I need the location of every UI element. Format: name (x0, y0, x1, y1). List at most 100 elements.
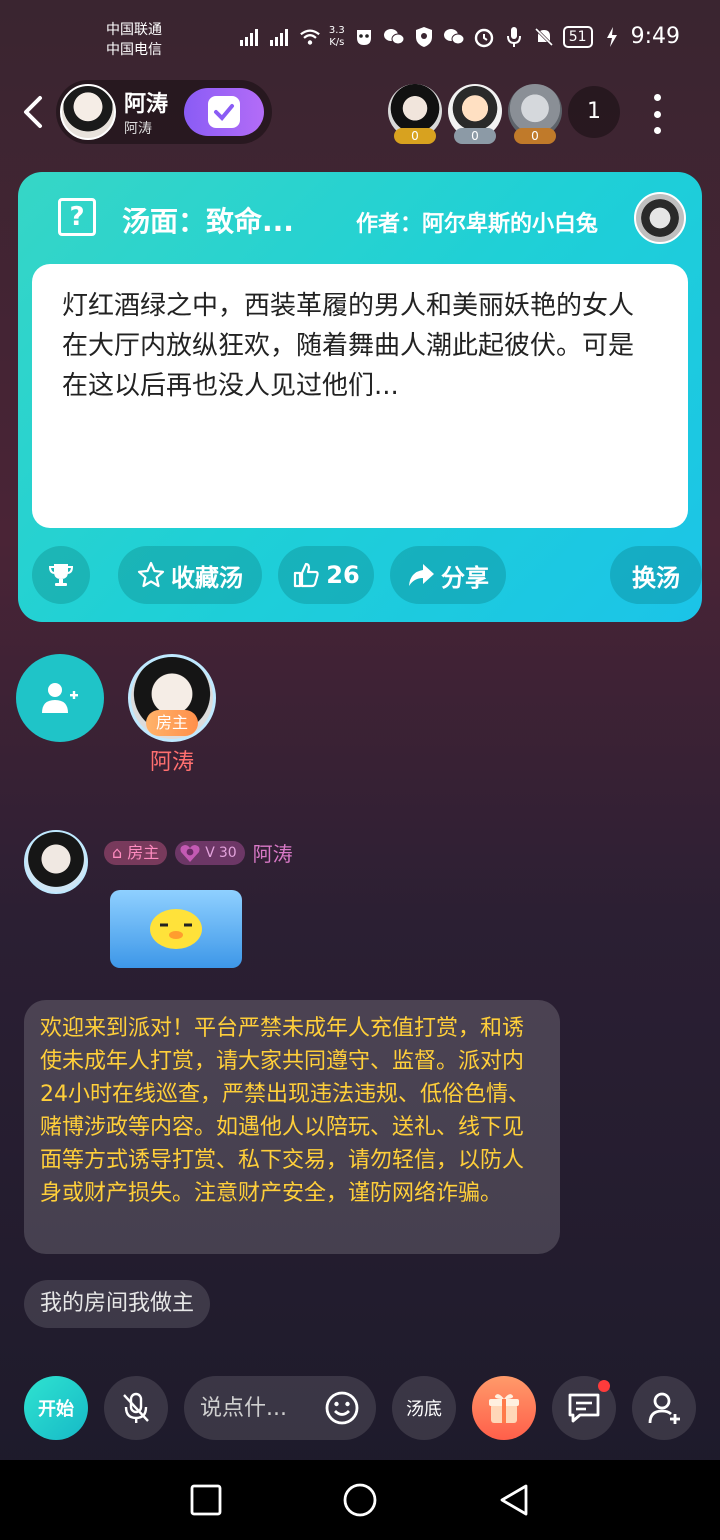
host-tag: ⌂ 房主 (104, 840, 168, 865)
puzzle-card: ? 汤面：致命... 作者：阿尔卑斯的小白兔 灯红酒绿之中，西装革履的男人和美丽… (18, 172, 702, 622)
unread-dot (598, 1380, 610, 1392)
status-icons: 3.3 K/s 51 9:49 (239, 24, 680, 49)
mic-off-icon (123, 1392, 149, 1423)
signal-icon (239, 26, 261, 48)
viewer-avatar[interactable]: 0 (448, 84, 502, 144)
start-label: 开始 (38, 1399, 74, 1420)
trophy-button[interactable] (32, 546, 90, 604)
dot-icon (653, 110, 661, 118)
gift-button[interactable] (472, 1376, 536, 1440)
puzzle-title: 汤面：致命... (122, 205, 294, 238)
dot-icon (653, 94, 661, 101)
card-actions: 收藏汤 26 分享 换汤 (32, 546, 702, 604)
sender-name[interactable]: 阿涛 (253, 838, 293, 867)
room-motto-chip[interactable]: 我的房间我做主 (24, 1280, 211, 1328)
seat-name: 阿涛 (149, 750, 194, 775)
favorite-label: 收藏汤 (171, 563, 243, 592)
soup-answer-button[interactable]: 汤底 (392, 1376, 456, 1440)
carrier-2: 中国电信 (106, 42, 162, 58)
recents-icon[interactable] (188, 1482, 224, 1518)
carrier-1: 中国联通 (106, 22, 162, 38)
viewer-badge: 0 (454, 128, 496, 144)
change-label: 换汤 (632, 563, 680, 592)
clock: 9:49 (630, 24, 680, 49)
soup-label: 汤底 (406, 1399, 442, 1420)
gift-icon (489, 1394, 519, 1423)
like-count: 26 (326, 561, 360, 589)
message-avatar[interactable] (24, 830, 88, 894)
host-name: 阿涛 (124, 92, 169, 117)
message-header: ⌂ 房主 V 30 阿涛 (104, 838, 293, 867)
like-button[interactable]: 26 (278, 546, 374, 604)
favorite-button[interactable]: 收藏汤 (118, 546, 262, 604)
carrier-info: 中国联通 中国电信 (106, 20, 162, 60)
viewer-avatar[interactable]: 0 (508, 84, 562, 144)
system-notice: 欢迎来到派对！平台严禁未成年人充值打赏，和诱使未成年人打赏，请大家共同遵守、监督… (24, 1000, 560, 1254)
mask-icon (353, 26, 375, 48)
chat-input-box[interactable] (184, 1376, 376, 1440)
puzzle-text: 灯红酒绿之中，西装革履的男人和美丽妖艳的女人在大厅内放纵狂欢，随着舞曲人潮此起彼… (32, 264, 688, 528)
chat-input[interactable] (200, 1390, 322, 1426)
more-menu-button[interactable] (646, 94, 668, 134)
net-speed-value: 3.3 (328, 24, 345, 36)
sticker-message[interactable] (110, 890, 242, 968)
net-speed: 3.3 K/s (329, 25, 345, 49)
check-icon (208, 96, 240, 128)
battery-indicator: 51 (562, 25, 593, 48)
mic-toggle-button[interactable] (104, 1376, 168, 1440)
star-icon (137, 561, 165, 588)
level-prefix-icon: V (205, 844, 215, 861)
add-user-icon (42, 683, 78, 713)
system-nav-bar (0, 1460, 720, 1540)
avatar[interactable] (60, 84, 116, 140)
share-label: 分享 (441, 563, 489, 592)
home-icon: ⌂ (112, 842, 123, 862)
heart-badge-icon (180, 844, 200, 862)
home-nav-icon[interactable] (342, 1482, 378, 1518)
alarm-icon (473, 26, 495, 48)
dot-icon (653, 127, 661, 134)
level-value: 30 (218, 844, 237, 861)
share-button[interactable]: 分享 (390, 546, 506, 604)
back-button[interactable] (18, 94, 48, 130)
invite-seat-button[interactable] (16, 654, 104, 742)
question-icon: ? (58, 198, 96, 236)
viewer-avatar[interactable]: 0 (388, 84, 442, 144)
wechat-icon (383, 26, 405, 48)
mic-icon (503, 26, 525, 48)
host-tag-label: 房主 (127, 842, 160, 862)
change-puzzle-button[interactable]: 换汤 (610, 546, 702, 604)
message-icon (568, 1393, 600, 1423)
wifi-icon (299, 26, 321, 48)
add-friend-button[interactable] (632, 1376, 696, 1440)
viewer-badge: 0 (514, 128, 556, 144)
back-nav-icon[interactable] (496, 1482, 532, 1518)
viewer-list[interactable]: 0 0 0 (388, 84, 562, 144)
host-profile[interactable]: 阿涛 阿涛 (56, 80, 272, 144)
status-bar: 中国联通 中国电信 3.3 K/s 51 9:49 (0, 0, 720, 80)
puzzle-author[interactable]: 作者：阿尔卑斯的小白兔 (356, 206, 598, 238)
chevron-left-icon (24, 96, 42, 128)
add-person-icon (648, 1392, 680, 1424)
author-avatar[interactable] (634, 192, 686, 244)
share-arrow-icon (409, 564, 434, 586)
mute-bell-icon (533, 26, 555, 48)
seat-role-badge: 房主 (146, 710, 198, 736)
trophy-icon (48, 564, 74, 586)
viewer-badge: 0 (394, 128, 436, 144)
duck-sticker-icon (150, 909, 202, 949)
signal-2-icon (269, 26, 291, 48)
bottom-toolbar: 开始 汤底 (0, 1372, 720, 1444)
charging-icon (601, 26, 623, 48)
emoji-icon[interactable] (324, 1390, 360, 1426)
wechat-2-icon (443, 26, 465, 48)
net-speed-unit: K/s (329, 36, 345, 48)
checkin-button[interactable] (184, 88, 264, 136)
start-button[interactable]: 开始 (24, 1376, 88, 1440)
level-badge: V 30 (175, 840, 245, 865)
viewer-count[interactable]: 1 (568, 86, 620, 138)
shield-icon (413, 26, 435, 48)
host-subtitle: 阿涛 (124, 121, 152, 137)
thumbs-up-icon (294, 562, 319, 588)
messages-button[interactable] (552, 1376, 616, 1440)
